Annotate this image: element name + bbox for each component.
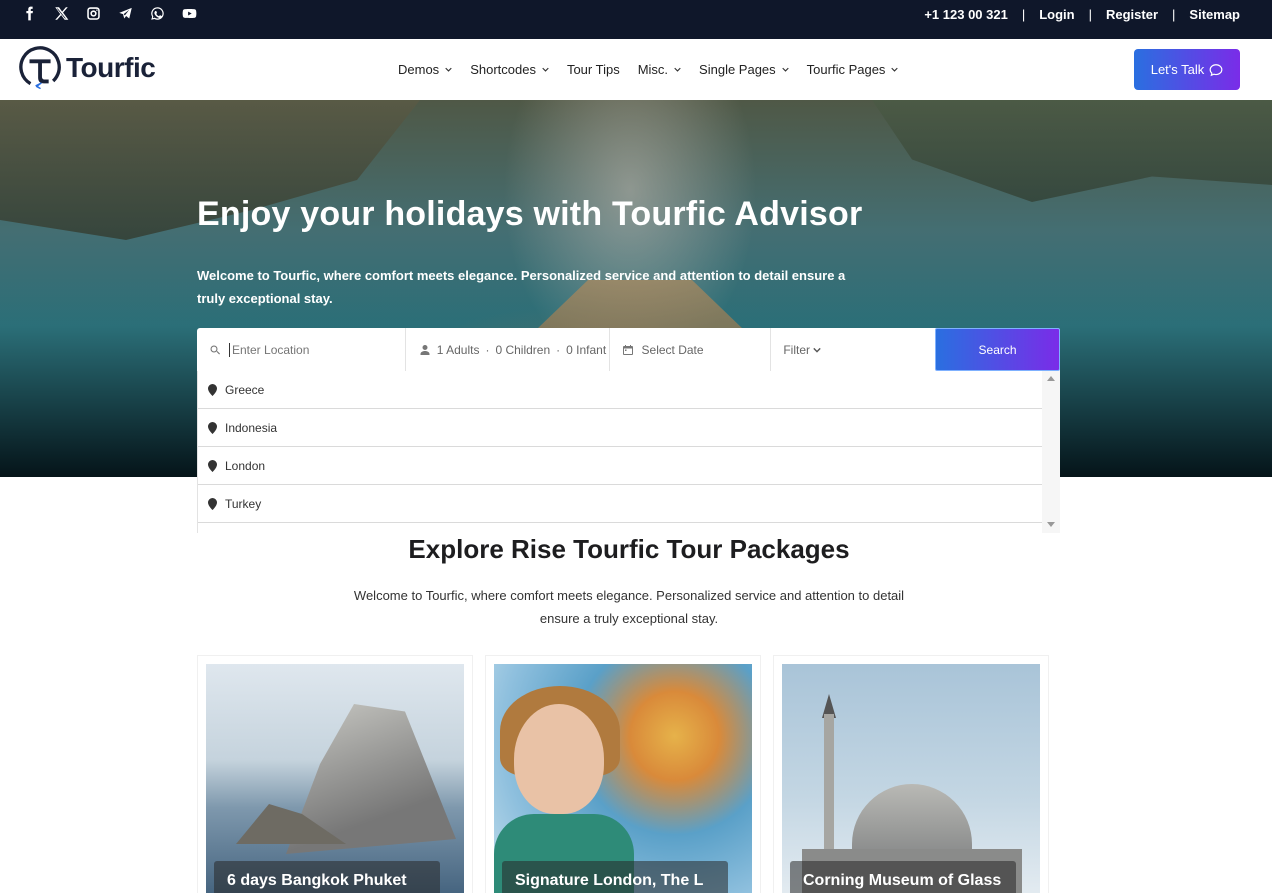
suggestion-label: London — [225, 458, 266, 473]
nav-label: Misc. — [637, 62, 669, 77]
phone-number[interactable]: +1 123 00 321 — [924, 7, 1008, 22]
date-field[interactable]: Select Date — [610, 328, 772, 371]
tour-card-image[interactable] — [494, 664, 752, 893]
nav-label: Demos — [398, 62, 440, 77]
map-pin-icon — [208, 459, 217, 472]
top-bar: +1 123 00 321 | Login | Register | Sitem… — [0, 0, 1272, 39]
children-count: 0 Children — [495, 342, 551, 357]
section-subtitle: Welcome to Tourfic, where comfort meets … — [353, 588, 905, 626]
calendar-icon — [622, 344, 633, 355]
x-icon[interactable] — [54, 0, 86, 26]
separator: | — [1172, 6, 1176, 22]
tour-card-image[interactable] — [782, 664, 1040, 893]
lets-talk-label: Let's Talk — [1150, 62, 1205, 77]
suggestion-item-greece[interactable]: Greece — [198, 371, 1043, 409]
filter-label: Filter — [783, 342, 810, 357]
separator: | — [1088, 6, 1092, 22]
lets-talk-button[interactable]: Let's Talk — [1134, 49, 1240, 90]
location-field[interactable] — [197, 328, 406, 371]
infant-count: 0 Infant — [566, 342, 607, 357]
hero-title: Enjoy your holidays with Tourfic Advisor — [197, 195, 863, 233]
map-pin-icon — [208, 497, 217, 510]
whatsapp-icon[interactable] — [150, 0, 182, 26]
facebook-icon[interactable] — [22, 0, 54, 26]
suggestion-label: Turkey — [225, 496, 262, 511]
location-input[interactable] — [229, 342, 399, 357]
top-links: +1 123 00 321 | Login | Register | Sitem… — [924, 0, 1240, 28]
separator: | — [1021, 6, 1026, 22]
guests-selector[interactable]: 1 Adults · 0 Children · 0 Infant — [406, 328, 610, 371]
adults-count: 1 Adults — [436, 342, 480, 357]
scroll-down-arrow-icon[interactable] — [1047, 522, 1055, 527]
nav-item-demos[interactable]: Demos — [398, 62, 452, 77]
site-logo[interactable]: Tourfic — [18, 45, 156, 91]
nav-label: Tourfic Pages — [806, 62, 886, 77]
tour-card-image[interactable] — [206, 664, 464, 893]
scroll-up-arrow-icon[interactable] — [1047, 376, 1055, 381]
main-nav: Demos Shortcodes Tour Tips Misc. Single … — [398, 39, 916, 100]
tour-card[interactable]: 6 days Bangkok Phuket — [197, 655, 473, 893]
chevron-down-icon — [542, 67, 549, 72]
nav-item-single-pages[interactable]: Single Pages — [699, 62, 789, 77]
tour-card-title[interactable]: Signature London, The L — [502, 861, 728, 893]
tour-card-title[interactable]: 6 days Bangkok Phuket — [214, 861, 440, 893]
nav-item-misc[interactable]: Misc. — [638, 62, 681, 77]
site-header: Tourfic Demos Shortcodes Tour Tips Misc.… — [0, 39, 1272, 100]
suggestion-item-turkey[interactable]: Turkey — [198, 485, 1043, 523]
location-suggestions: Greece Indonesia London Turkey — [197, 371, 1060, 533]
chevron-down-icon — [891, 67, 899, 72]
nav-label: Single Pages — [699, 62, 776, 77]
chevron-down-icon — [674, 67, 681, 72]
logo-mark-icon — [19, 46, 61, 90]
social-links — [22, 0, 214, 26]
image-detail — [824, 714, 834, 864]
instagram-icon[interactable] — [86, 0, 118, 26]
map-pin-icon — [208, 383, 217, 396]
map-pin-icon — [208, 421, 217, 434]
youtube-icon[interactable] — [182, 0, 214, 26]
nav-item-shortcodes[interactable]: Shortcodes — [470, 62, 549, 77]
search-icon — [210, 345, 220, 354]
search-button[interactable]: Search — [935, 328, 1060, 371]
suggestion-item-indonesia[interactable]: Indonesia — [198, 409, 1043, 447]
chat-bubble-icon — [1209, 63, 1223, 76]
separator-dot: · — [485, 342, 490, 357]
tour-card-title[interactable]: Corning Museum of Glass — [790, 861, 1016, 893]
logo-text: Tourfic — [66, 52, 156, 83]
hero-background-cliff — [872, 100, 1272, 202]
hero-subtitle: Welcome to Tourfic, where comfort meets … — [197, 268, 846, 306]
user-icon — [420, 344, 430, 355]
section-title: Explore Rise Tourfic Tour Packages — [408, 534, 850, 564]
tour-card[interactable]: Corning Museum of Glass — [773, 655, 1049, 893]
date-placeholder: Select Date — [641, 342, 704, 357]
chevron-down-icon — [445, 67, 452, 72]
chevron-down-icon — [781, 67, 789, 72]
register-link[interactable]: Register — [1106, 7, 1158, 22]
filter-dropdown[interactable]: Filter — [771, 328, 934, 371]
tour-search-form: 1 Adults · 0 Children · 0 Infant Select … — [197, 328, 1060, 371]
telegram-icon[interactable] — [118, 0, 150, 26]
separator-dot: · — [556, 342, 561, 357]
nav-item-tour-tips[interactable]: Tour Tips — [567, 62, 620, 77]
nav-label: Tour Tips — [566, 62, 620, 77]
dropdown-scrollbar[interactable] — [1042, 371, 1060, 533]
chevron-down-icon — [813, 347, 821, 353]
image-detail — [514, 704, 604, 814]
suggestion-item-london[interactable]: London — [198, 447, 1043, 485]
tour-card[interactable]: Signature London, The L — [485, 655, 761, 893]
nav-item-tourfic-pages[interactable]: Tourfic Pages — [807, 62, 899, 77]
suggestion-label: Indonesia — [225, 420, 278, 435]
sitemap-link[interactable]: Sitemap — [1189, 7, 1240, 22]
nav-label: Shortcodes — [470, 62, 536, 77]
login-link[interactable]: Login — [1039, 7, 1074, 22]
suggestion-label: Greece — [225, 382, 265, 397]
